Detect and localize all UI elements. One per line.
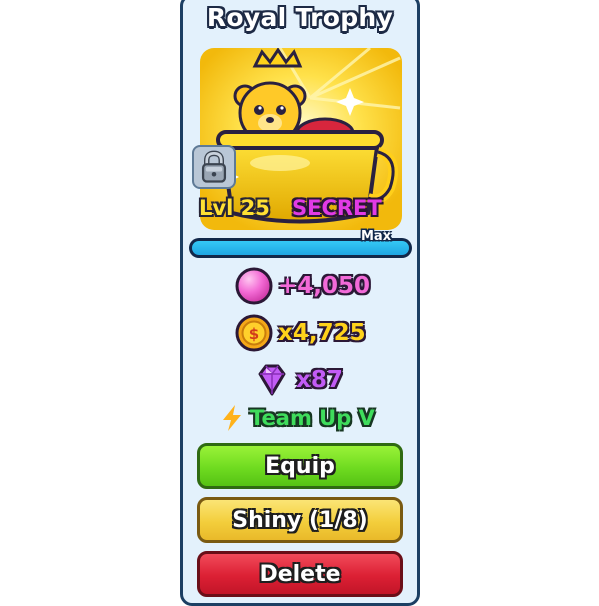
purple-diamond-icon bbox=[258, 364, 286, 396]
pet-name-title: Royal Trophy bbox=[206, 3, 394, 32]
rarity-label: SECRET bbox=[292, 196, 382, 220]
stat-value-diamonds: x87 bbox=[296, 367, 343, 393]
gold-coin-icon: $ bbox=[235, 314, 273, 352]
pet-ability: Team Up V bbox=[220, 404, 375, 432]
equip-button[interactable]: Equip bbox=[197, 443, 403, 489]
delete-button[interactable]: Delete bbox=[197, 551, 403, 597]
pink-orb-icon bbox=[235, 267, 273, 305]
progress-max-label: Max bbox=[361, 229, 392, 244]
stat-value-orb: +4,050 bbox=[278, 273, 371, 299]
padlock-icon bbox=[201, 150, 227, 183]
shiny-button[interactable]: Shiny (1/8) bbox=[197, 497, 403, 543]
stat-row-coins: $ x4,725 bbox=[234, 313, 366, 353]
stat-row-orb: +4,050 bbox=[234, 266, 370, 306]
stat-row-diamonds: x87 bbox=[252, 360, 343, 400]
lock-button[interactable] bbox=[192, 145, 236, 189]
svg-text:$: $ bbox=[249, 325, 259, 343]
pet-level: Lvl 25 bbox=[199, 196, 270, 220]
stat-value-coins: x4,725 bbox=[278, 320, 366, 346]
lightning-bolt-icon bbox=[223, 405, 241, 431]
ability-label: Team Up V bbox=[250, 406, 375, 430]
